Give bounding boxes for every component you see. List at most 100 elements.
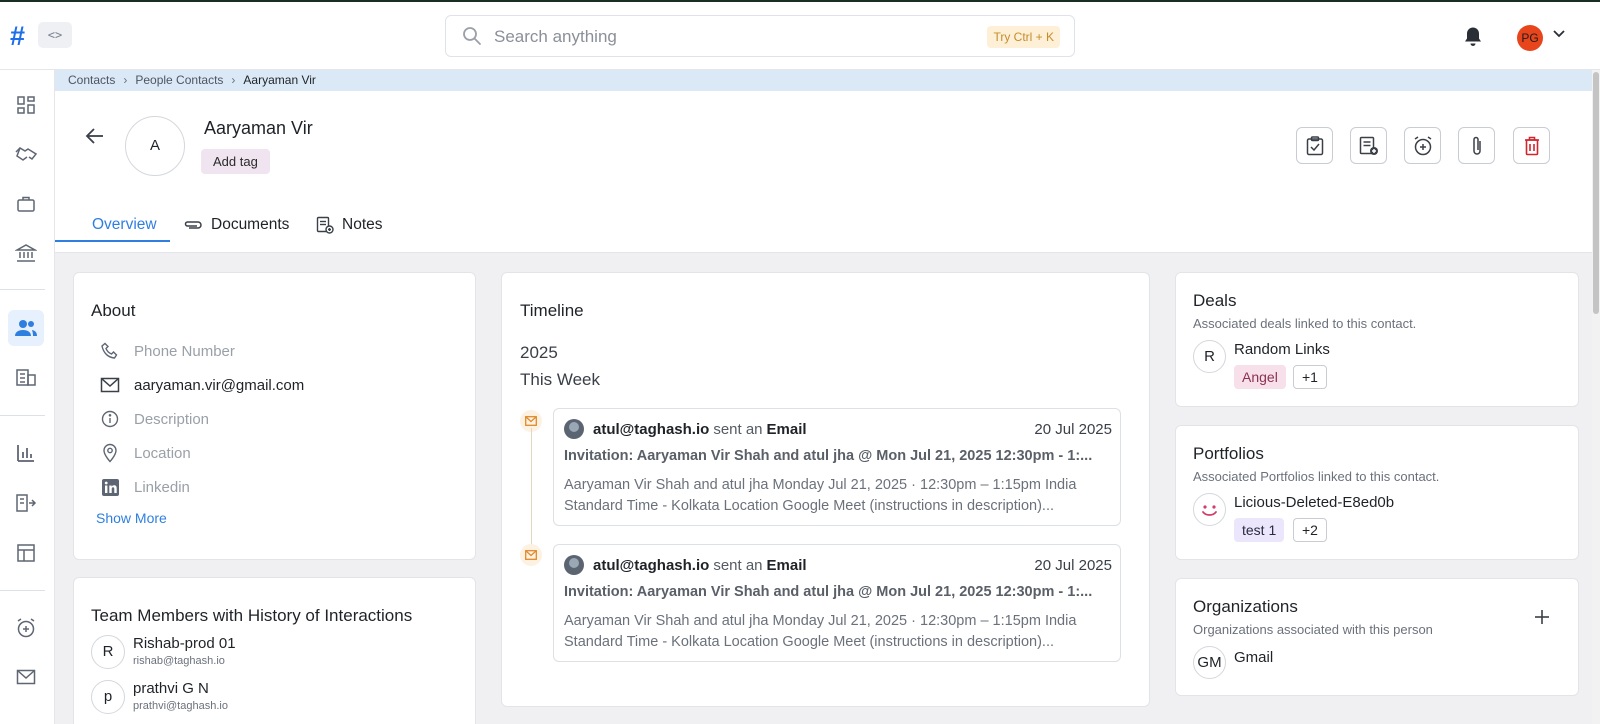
building-icon[interactable] [8,359,44,395]
deal-name[interactable]: Random Links [1234,341,1330,358]
organization-name[interactable]: Gmail [1234,649,1273,666]
search-icon [462,26,482,46]
add-note-icon[interactable] [1350,127,1387,164]
contacts-icon[interactable] [8,310,44,346]
more-tags-badge[interactable]: +1 [1293,365,1327,389]
mail-icon[interactable] [8,659,44,695]
add-tag-button[interactable]: Add tag [201,149,270,174]
briefcase-icon[interactable] [8,186,44,222]
member-email: prathvi@taghash.io [133,700,228,712]
add-icon[interactable] [1534,609,1550,625]
location-field[interactable]: Location [99,442,191,464]
top-bar: # <> Search anything Try Ctrl + K PG [0,2,1600,70]
deal-stage-tag: Angel [1234,365,1286,389]
avatar: GM [1193,646,1226,679]
event-sender: atul@taghash.io [593,420,710,438]
alarm-add-icon[interactable] [8,610,44,646]
deals-subtitle: Associated deals linked to this contact. [1193,316,1417,331]
timeline-card: Timeline 2025 This Week atul@taghash.io … [501,272,1150,707]
organizations-title: Organizations [1193,597,1298,616]
timeline-period: This Week [520,370,600,389]
dashboard-icon[interactable] [8,87,44,123]
avatar [564,419,584,439]
avatar: R [91,635,125,669]
member-email: rishab@taghash.io [133,655,225,667]
timeline-connector [531,428,532,546]
portfolio-name[interactable]: Licious-Deleted-E8ed0b [1234,494,1394,511]
phone-icon [99,342,121,360]
organizations-card: Organizations Organizations associated w… [1175,578,1579,696]
organizations-subtitle: Organizations associated with this perso… [1193,622,1433,637]
timeline-item[interactable]: atul@taghash.io sent an Email 20 Jul 202… [553,544,1121,662]
notes-icon [316,216,334,234]
member-name: Rishab-prod 01 [133,635,236,652]
portfolio-tag: test 1 [1234,518,1285,542]
sidebar-divider [0,289,45,290]
tab-overview[interactable]: Overview [92,196,157,253]
tab-active-indicator [55,240,170,242]
paperclip-icon [183,219,203,231]
info-icon [99,410,121,428]
phone-field[interactable]: Phone Number [99,340,235,362]
chevron-down-icon[interactable] [1553,30,1565,38]
portfolios-title: Portfolios [1193,444,1264,463]
event-subject: Invitation: Aaryaman Vir Shah and atul j… [564,584,1093,600]
sidebar-toggle-button[interactable]: <> [38,22,72,48]
portfolios-subtitle: Associated Portfolios linked to this con… [1193,469,1440,484]
table-icon[interactable] [8,535,44,571]
breadcrumb-contacts[interactable]: Contacts [68,73,115,87]
member-name: prathvi G N [133,680,209,697]
about-card: About Phone Number aaryaman.vir@gmail.co… [73,272,476,560]
search-box[interactable]: Search anything Try Ctrl + K [445,15,1075,57]
event-preview: Aaryaman Vir Shah and atul jha Monday Ju… [564,477,1077,514]
search-shortcut-hint: Try Ctrl + K [987,26,1060,48]
notification-bell-icon[interactable] [1463,26,1483,48]
tab-notes[interactable]: Notes [316,196,383,253]
bank-icon[interactable] [8,235,44,271]
event-date: 20 Jul 2025 [1034,556,1112,574]
contact-name: Aaryaman Vir [204,118,313,138]
email-field[interactable]: aaryaman.vir@gmail.com [99,374,304,396]
linkedin-icon [99,478,121,496]
scrollbar[interactable] [1592,70,1600,724]
mail-icon [99,377,121,393]
search-input[interactable]: Search anything [494,27,617,47]
contact-header: A Aaryaman Vir Add tag Overview Document… [55,91,1600,253]
deals-card: Deals Associated deals linked to this co… [1175,272,1579,407]
deals-title: Deals [1193,291,1237,310]
about-title: About [91,301,136,320]
task-icon[interactable] [1296,127,1333,164]
delete-icon[interactable] [1513,127,1550,164]
timeline-title: Timeline [520,301,584,320]
event-subject: Invitation: Aaryaman Vir Shah and atul j… [564,448,1093,464]
back-arrow-icon[interactable] [85,127,105,145]
linkedin-field[interactable]: Linkedin [99,476,190,498]
event-sender: atul@taghash.io [593,556,710,574]
user-avatar[interactable]: PG [1517,25,1543,51]
avatar [564,555,584,575]
timeline-item[interactable]: atul@taghash.io sent an Email 20 Jul 202… [553,408,1121,526]
team-members-card: Team Members with History of Interaction… [73,577,476,724]
breadcrumb-people-contacts[interactable]: People Contacts [135,73,223,87]
avatar: R [1193,340,1226,373]
handshake-icon[interactable] [8,136,44,172]
breadcrumb: Contacts › People Contacts › Aaryaman Vir [55,70,1600,91]
sidebar-divider [0,590,45,591]
tab-documents[interactable]: Documents [183,196,289,253]
attach-icon[interactable] [1458,127,1495,164]
reminder-icon[interactable] [1404,127,1441,164]
email-event-icon [520,544,542,566]
scrollbar-thumb[interactable] [1593,72,1599,314]
export-icon[interactable] [8,485,44,521]
description-field[interactable]: Description [99,408,209,430]
timeline-year: 2025 [520,343,558,362]
more-tags-badge[interactable]: +2 [1293,518,1327,542]
sidebar [0,70,55,724]
show-more-link[interactable]: Show More [96,510,167,526]
sidebar-divider [0,415,45,416]
app-logo[interactable]: # [10,22,34,50]
bar-chart-icon[interactable] [8,435,44,471]
avatar: p [91,680,125,714]
portfolios-card: Portfolios Associated Portfolios linked … [1175,425,1579,560]
team-members-title: Team Members with History of Interaction… [91,606,413,625]
